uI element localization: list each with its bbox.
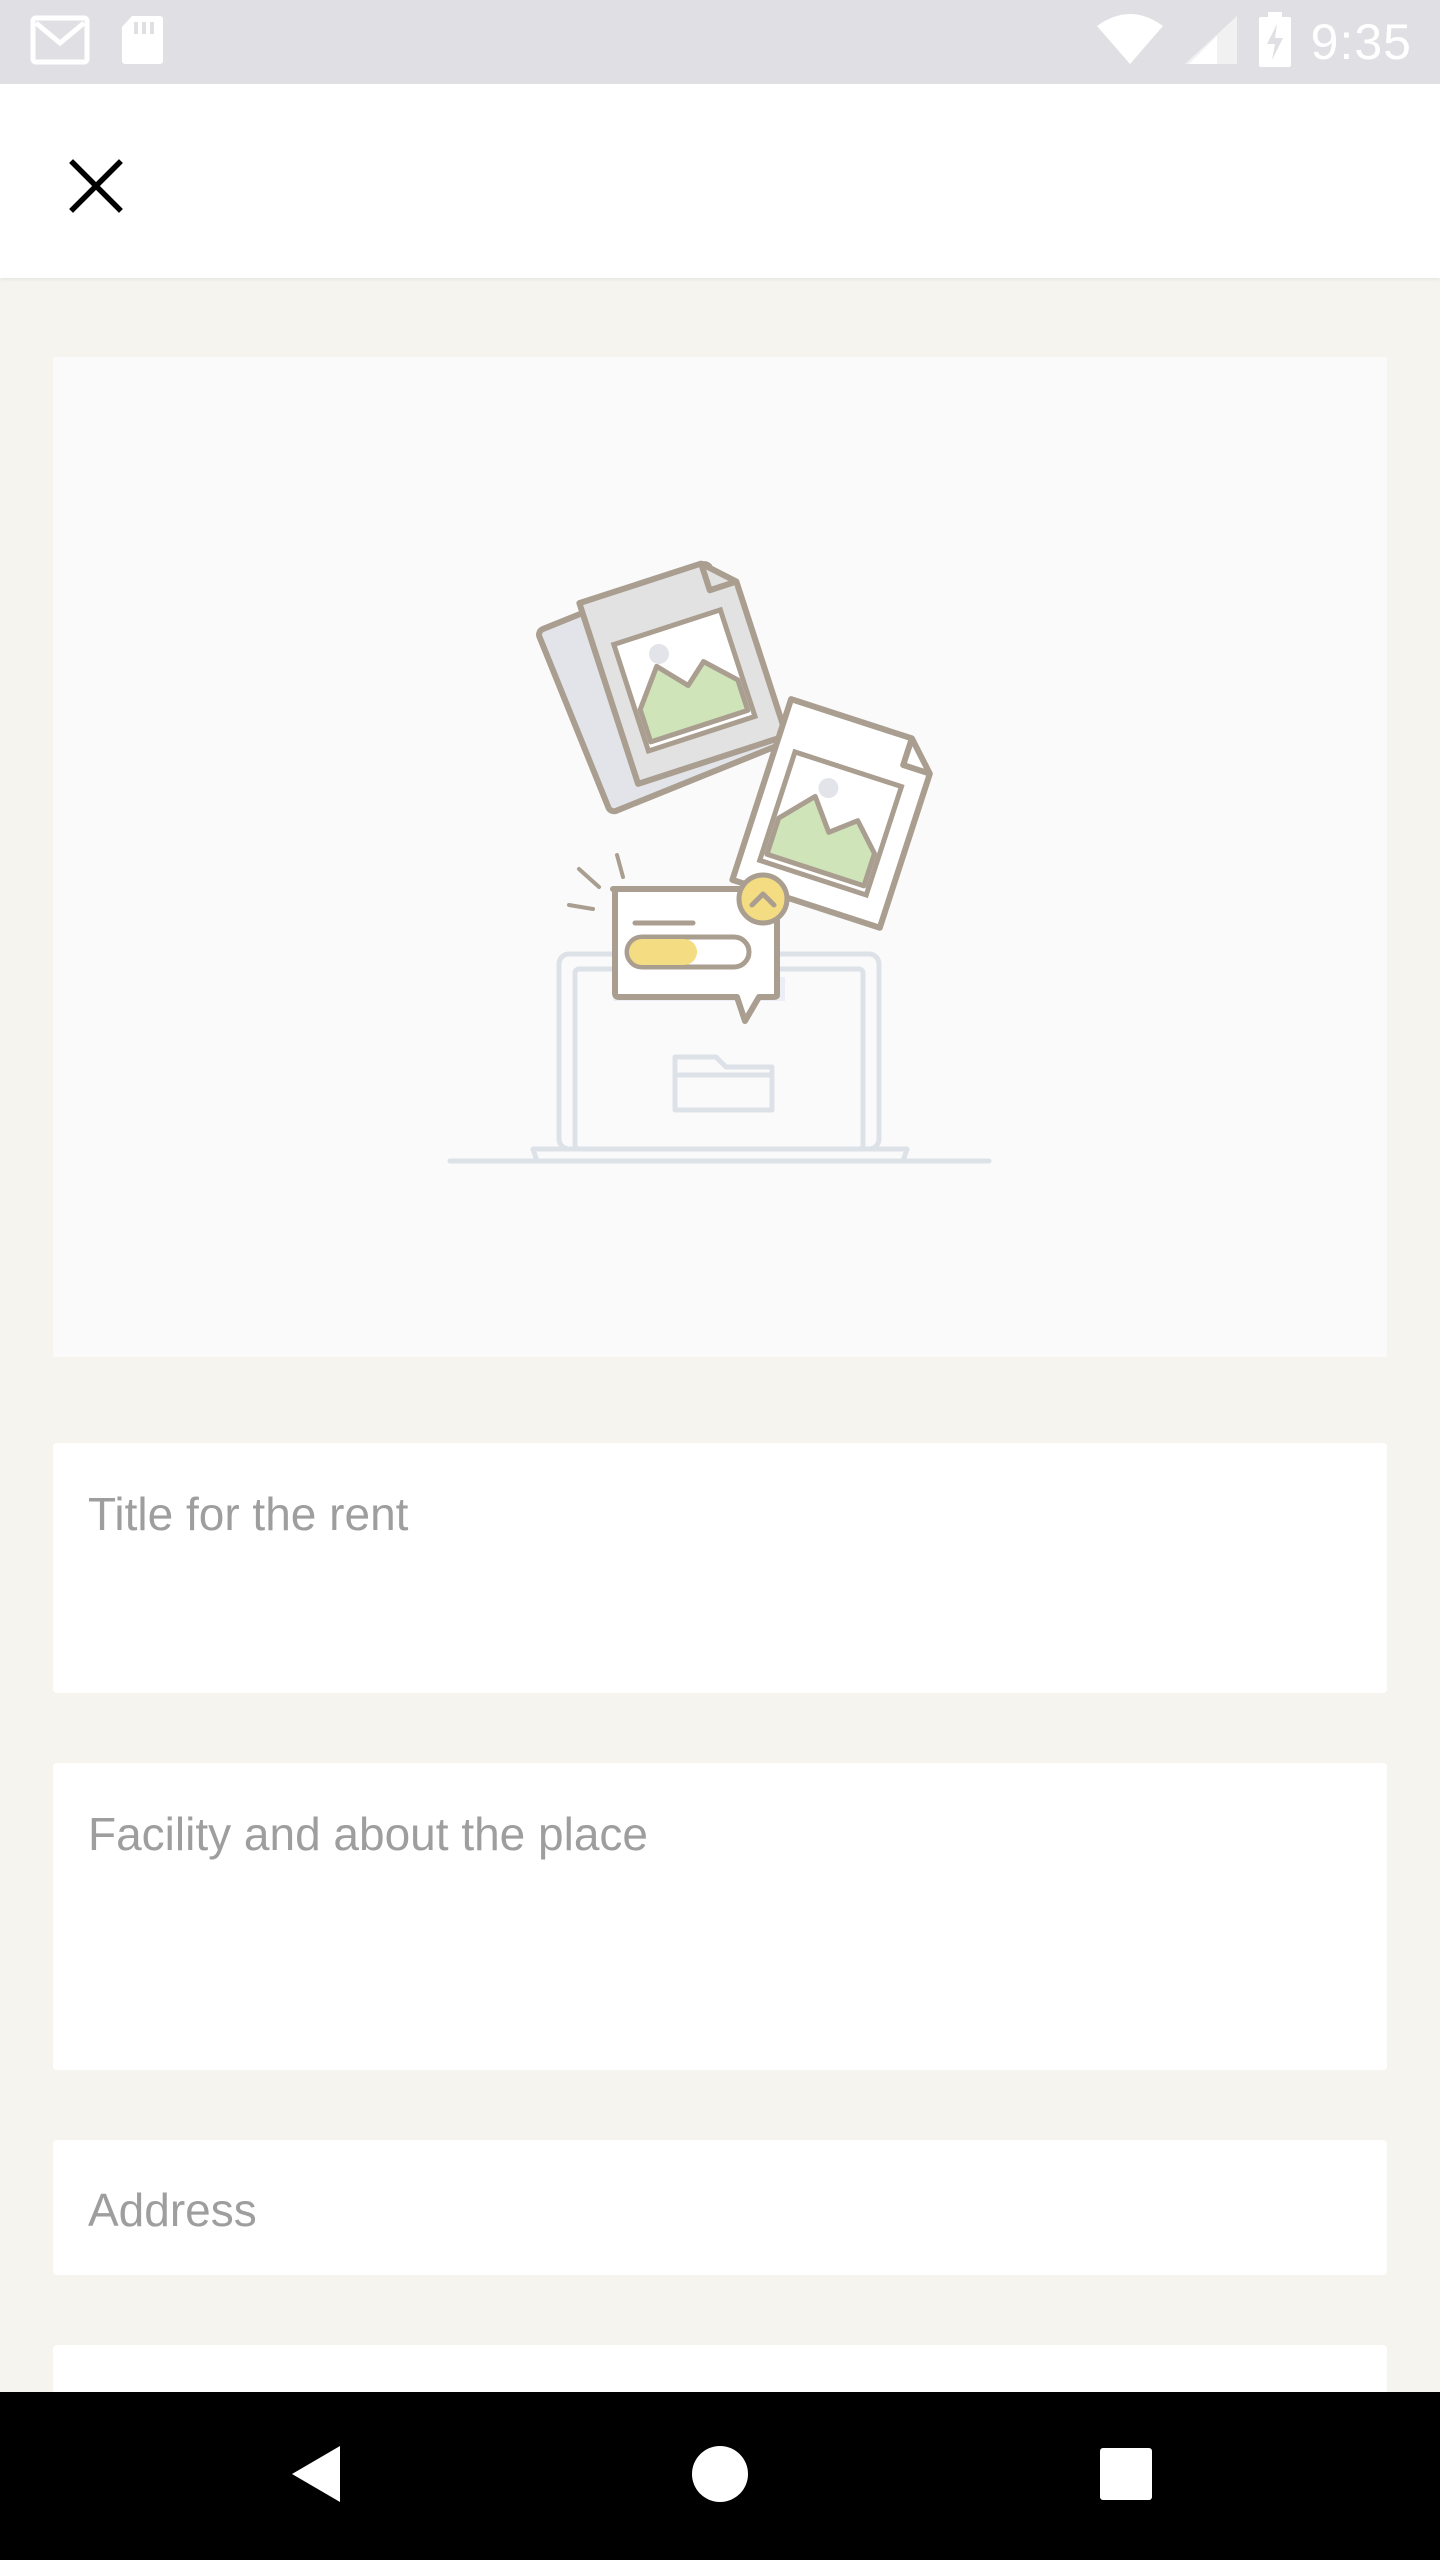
home-icon xyxy=(690,2444,750,2509)
status-right-icons: 9:35 xyxy=(1095,10,1412,74)
back-icon xyxy=(286,2442,346,2511)
battery-charging-icon xyxy=(1257,11,1293,73)
image-upload-illustration xyxy=(447,560,992,1164)
status-left-icons xyxy=(30,14,164,70)
status-time: 9:35 xyxy=(1310,14,1412,70)
gmail-icon xyxy=(30,15,90,70)
close-button[interactable] xyxy=(48,140,144,236)
app-bar xyxy=(0,84,1440,278)
home-button[interactable] xyxy=(670,2426,770,2526)
close-icon xyxy=(68,158,124,219)
image-upload-area[interactable] xyxy=(53,357,1387,1357)
address-input[interactable]: Address xyxy=(53,2140,1387,2275)
wifi-icon xyxy=(1095,13,1165,71)
sd-card-icon xyxy=(120,14,164,71)
address-placeholder: Address xyxy=(88,2184,257,2236)
status-bar: 9:35 xyxy=(0,0,1440,84)
facility-description-input[interactable]: Facility and about the place xyxy=(53,1763,1387,2070)
recents-icon xyxy=(1098,2446,1154,2507)
recents-button[interactable] xyxy=(1076,2426,1176,2526)
system-nav-bar xyxy=(0,2392,1440,2560)
rent-title-input[interactable]: Title for the rent xyxy=(53,1443,1387,1693)
back-button[interactable] xyxy=(266,2426,366,2526)
signal-icon xyxy=(1183,14,1239,71)
facility-description-placeholder: Facility and about the place xyxy=(88,1808,649,1860)
rent-title-placeholder: Title for the rent xyxy=(88,1488,409,1540)
